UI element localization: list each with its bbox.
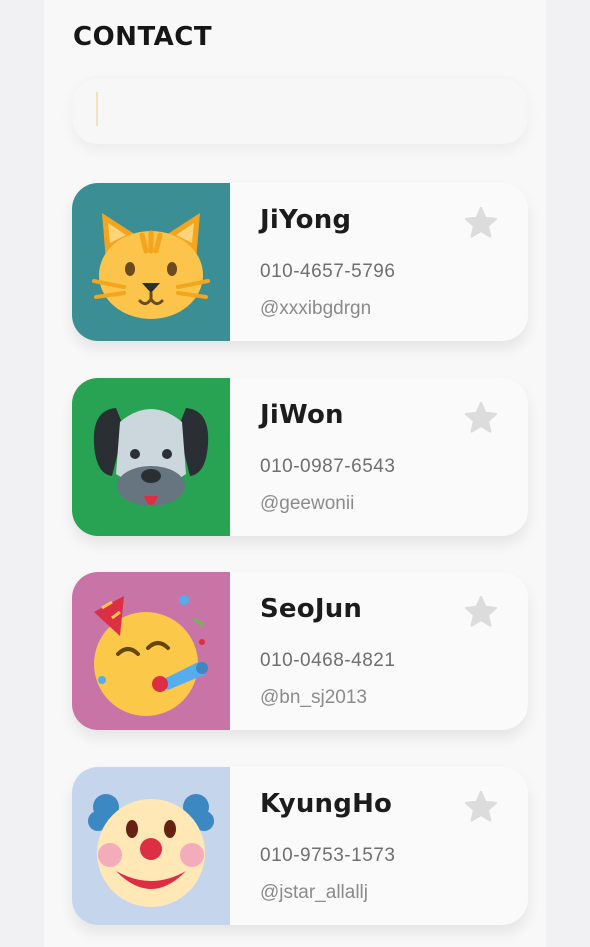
dog-face-icon — [72, 378, 230, 536]
contact-handle: @xxxibgdrgn — [260, 298, 372, 319]
favorite-star-icon[interactable] — [463, 594, 499, 630]
contact-handle: @bn_sj2013 — [260, 687, 367, 708]
text-caret — [96, 92, 98, 126]
favorite-star-icon[interactable] — [463, 205, 499, 241]
contact-card[interactable]: KyungHo 010-9753-1573 @jstar_allallj — [72, 767, 528, 925]
contact-name: JiWon — [260, 400, 344, 430]
contact-handle: @geewonii — [260, 493, 355, 514]
contact-phone: 010-4657-5796 — [260, 261, 396, 282]
cat-face-icon — [72, 183, 230, 341]
favorite-star-icon[interactable] — [463, 789, 499, 825]
contact-phone: 010-0987-6543 — [260, 456, 396, 477]
contact-handle: @jstar_allallj — [260, 882, 368, 903]
search-input[interactable] — [94, 88, 494, 132]
contact-card[interactable]: JiYong 010-4657-5796 @xxxibgdrgn — [72, 183, 528, 341]
party-face-icon — [72, 572, 230, 730]
contact-card[interactable]: JiWon 010-0987-6543 @geewonii — [72, 378, 528, 536]
favorite-star-icon[interactable] — [463, 400, 499, 436]
contact-name: JiYong — [260, 205, 352, 235]
contact-name: KyungHo — [260, 789, 393, 819]
contact-card[interactable]: SeoJun 010-0468-4821 @bn_sj2013 — [72, 572, 528, 730]
page-title: CONTACT — [73, 22, 213, 52]
contact-phone: 010-9753-1573 — [260, 845, 396, 866]
contact-name: SeoJun — [260, 594, 363, 624]
search-bar[interactable] — [72, 76, 528, 144]
clown-face-icon — [72, 767, 230, 925]
contact-phone: 010-0468-4821 — [260, 650, 396, 671]
